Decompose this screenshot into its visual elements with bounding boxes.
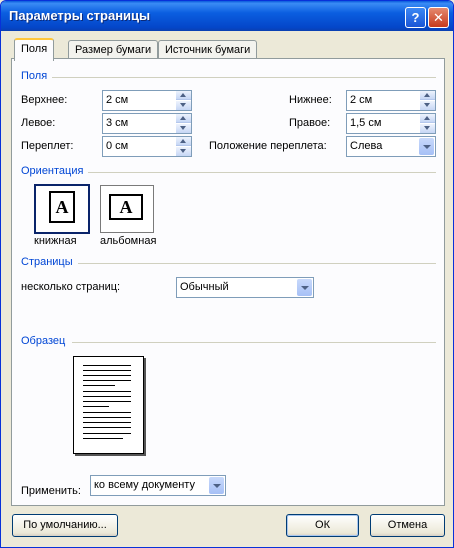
right-margin-value: 1,5 см <box>350 117 382 129</box>
apply-to-value: ко всему документу <box>94 479 195 491</box>
landscape-icon: A <box>109 194 143 220</box>
left-margin-label: Левое: <box>21 117 56 129</box>
preview-group-label: Образец <box>21 335 66 347</box>
spin-down-icon[interactable] <box>420 124 435 133</box>
gutter-spinner[interactable]: 0 см <box>102 136 192 157</box>
spin-down-icon[interactable] <box>176 124 191 133</box>
portrait-icon: A <box>49 191 75 223</box>
tab-paper-size[interactable]: Размер бумаги <box>68 40 159 59</box>
right-margin-label: Правое: <box>289 117 331 129</box>
orientation-separator <box>88 172 436 173</box>
multiple-pages-select[interactable]: Обычный <box>176 277 314 298</box>
title-bar[interactable]: Параметры страницы ? ✕ <box>1 1 453 31</box>
pages-group-label: Страницы <box>21 256 73 268</box>
bottom-margin-spinner[interactable]: 2 см <box>346 90 436 111</box>
spin-down-icon[interactable] <box>420 101 435 110</box>
top-margin-value: 2 см <box>106 94 129 106</box>
chevron-down-icon[interactable] <box>297 279 312 296</box>
chevron-down-icon[interactable] <box>419 138 434 155</box>
gutter-position-select[interactable]: Слева <box>346 136 436 157</box>
left-margin-value: 3 см <box>106 117 129 129</box>
apply-to-select[interactable]: ко всему документу <box>90 475 226 496</box>
orientation-group-label: Ориентация <box>21 165 84 177</box>
landscape-option[interactable]: A <box>100 185 154 233</box>
window-title: Параметры страницы <box>9 8 151 23</box>
cancel-button[interactable]: Отмена <box>370 514 445 537</box>
preview-separator <box>72 342 436 343</box>
close-button[interactable]: ✕ <box>428 7 449 28</box>
page-preview <box>73 356 144 454</box>
apply-to-label: Применить: <box>21 485 81 497</box>
margins-separator <box>52 77 436 78</box>
bottom-margin-label: Нижнее: <box>289 94 332 106</box>
spin-up-icon[interactable] <box>176 91 191 100</box>
spin-down-icon[interactable] <box>176 101 191 110</box>
tab-margins[interactable]: Поля <box>14 38 55 61</box>
set-default-button[interactable]: По умолчанию... <box>12 514 118 537</box>
margins-group-label: Поля <box>21 70 48 82</box>
spin-up-icon[interactable] <box>420 91 435 100</box>
gutter-label: Переплет: <box>21 140 74 152</box>
portrait-option[interactable]: A <box>34 184 90 234</box>
bottom-margin-value: 2 см <box>350 94 373 106</box>
multiple-pages-label: несколько страниц: <box>21 281 121 293</box>
top-margin-label: Верхнее: <box>21 94 68 106</box>
top-margin-spinner[interactable]: 2 см <box>102 90 192 111</box>
multiple-pages-value: Обычный <box>180 281 229 293</box>
left-margin-spinner[interactable]: 3 см <box>102 113 192 134</box>
help-button[interactable]: ? <box>405 7 426 28</box>
tab-panel: Поля Верхнее: 2 см Нижнее: 2 см Левое: 3… <box>11 58 445 506</box>
ok-button[interactable]: ОК <box>286 514 359 537</box>
gutter-value: 0 см <box>106 140 129 152</box>
right-margin-spinner[interactable]: 1,5 см <box>346 113 436 134</box>
gutter-position-label: Положение переплета: <box>209 140 327 152</box>
spin-down-icon[interactable] <box>176 147 191 156</box>
spin-up-icon[interactable] <box>176 137 191 146</box>
page-setup-dialog: Параметры страницы ? ✕ Поля Размер бумаг… <box>0 0 454 548</box>
landscape-label: альбомная <box>100 235 157 247</box>
spin-up-icon[interactable] <box>420 114 435 123</box>
pages-separator <box>78 263 436 264</box>
spin-up-icon[interactable] <box>176 114 191 123</box>
portrait-label: книжная <box>34 235 77 247</box>
tab-paper-source[interactable]: Источник бумаги <box>158 40 258 59</box>
chevron-down-icon[interactable] <box>209 477 224 494</box>
gutter-position-value: Слева <box>350 140 383 152</box>
